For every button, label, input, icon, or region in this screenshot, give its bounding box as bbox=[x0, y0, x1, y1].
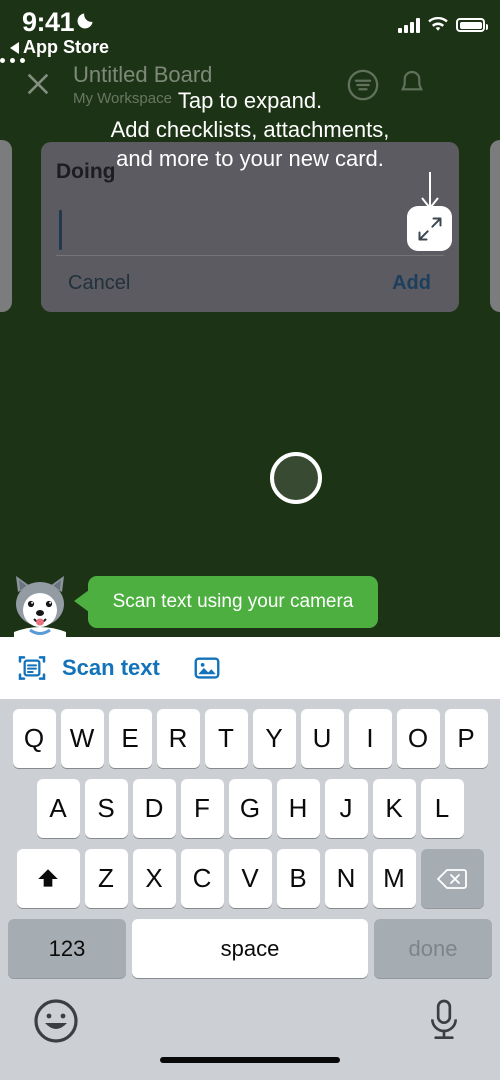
camera-shutter-button[interactable] bbox=[270, 452, 322, 504]
key-k[interactable]: K bbox=[372, 779, 416, 838]
onscreen-keyboard: Q W E R T Y U I O P A S D F G H J K L Z … bbox=[0, 699, 500, 1080]
key-d[interactable]: D bbox=[132, 779, 176, 838]
back-to-app-store-link[interactable]: App Store bbox=[10, 37, 109, 58]
husky-dog-mascot bbox=[14, 576, 66, 637]
key-u[interactable]: U bbox=[300, 709, 344, 768]
status-time: 9:41 bbox=[22, 7, 75, 37]
coach-line-2: Add checklists, attachments, bbox=[110, 117, 390, 142]
backspace-key[interactable] bbox=[420, 849, 484, 908]
backspace-delete-icon bbox=[437, 868, 467, 889]
key-o[interactable]: O bbox=[396, 709, 440, 768]
crescent-moon-icon bbox=[77, 13, 93, 29]
battery-full-icon bbox=[456, 18, 488, 32]
board-title: Untitled Board bbox=[73, 62, 213, 87]
key-n[interactable]: N bbox=[324, 849, 368, 908]
keyboard-row-1: Q W E R T Y U I O P bbox=[0, 709, 500, 768]
wifi-icon bbox=[428, 17, 448, 31]
keyboard-bottom-bar bbox=[0, 989, 500, 1059]
scan-text-label[interactable]: Scan text bbox=[62, 655, 160, 681]
keyboard-row-3: Z X C V B N M bbox=[0, 849, 500, 908]
key-s[interactable]: S bbox=[84, 779, 128, 838]
add-button[interactable]: Add bbox=[392, 272, 431, 295]
status-indicators bbox=[398, 17, 488, 33]
microphone-icon[interactable] bbox=[424, 997, 464, 1045]
numbers-key[interactable]: 123 bbox=[8, 919, 126, 978]
bubble-text: Scan text using your camera bbox=[112, 591, 354, 612]
photo-library-icon[interactable] bbox=[192, 653, 222, 683]
key-i[interactable]: I bbox=[348, 709, 392, 768]
cellular-signal-icon bbox=[398, 17, 420, 33]
scan-text-accessory-bar: Scan text bbox=[0, 637, 500, 699]
expand-diagonal-arrows-icon bbox=[418, 217, 441, 240]
back-label: App Store bbox=[23, 37, 110, 57]
key-m[interactable]: M bbox=[372, 849, 416, 908]
mascot-speech-bubble: Scan text using your camera bbox=[74, 576, 378, 628]
cancel-button[interactable]: Cancel bbox=[68, 272, 130, 295]
key-e[interactable]: E bbox=[108, 709, 152, 768]
key-c[interactable]: C bbox=[180, 849, 224, 908]
space-key[interactable]: space bbox=[132, 919, 368, 978]
key-t[interactable]: T bbox=[204, 709, 248, 768]
key-r[interactable]: R bbox=[156, 709, 200, 768]
back-triangle-icon bbox=[10, 41, 19, 54]
key-a[interactable]: A bbox=[36, 779, 80, 838]
scan-text-icon[interactable] bbox=[16, 652, 48, 684]
emoji-smiley-icon[interactable] bbox=[32, 997, 80, 1045]
key-h[interactable]: H bbox=[276, 779, 320, 838]
keyboard-row-4: 123 space done bbox=[0, 919, 500, 978]
key-b[interactable]: B bbox=[276, 849, 320, 908]
done-key[interactable]: done bbox=[374, 919, 492, 978]
key-x[interactable]: X bbox=[132, 849, 176, 908]
expand-card-button[interactable] bbox=[407, 206, 452, 251]
keyboard-row-2: A S D F G H J K L bbox=[0, 779, 500, 838]
status-bar: 9:41 App Store bbox=[0, 0, 500, 58]
coach-line-1: Tap to expand. bbox=[177, 88, 323, 113]
key-q[interactable]: Q bbox=[12, 709, 56, 768]
key-v[interactable]: V bbox=[228, 849, 272, 908]
key-g[interactable]: G bbox=[228, 779, 272, 838]
board-app-layer: 9:41 App Store Untitled Board My Workspa… bbox=[0, 0, 500, 637]
key-f[interactable]: F bbox=[180, 779, 224, 838]
key-w[interactable]: W bbox=[60, 709, 104, 768]
shift-key[interactable] bbox=[16, 849, 80, 908]
key-j[interactable]: J bbox=[324, 779, 368, 838]
key-l[interactable]: L bbox=[420, 779, 464, 838]
home-indicator bbox=[160, 1057, 340, 1063]
coach-mark-text: Tap to expand. Add checklists, attachmen… bbox=[0, 86, 500, 173]
shift-up-arrow-icon bbox=[38, 868, 58, 887]
text-caret bbox=[59, 210, 62, 250]
key-p[interactable]: P bbox=[444, 709, 488, 768]
key-y[interactable]: Y bbox=[252, 709, 296, 768]
card-title-input[interactable] bbox=[56, 204, 444, 256]
key-z[interactable]: Z bbox=[84, 849, 128, 908]
